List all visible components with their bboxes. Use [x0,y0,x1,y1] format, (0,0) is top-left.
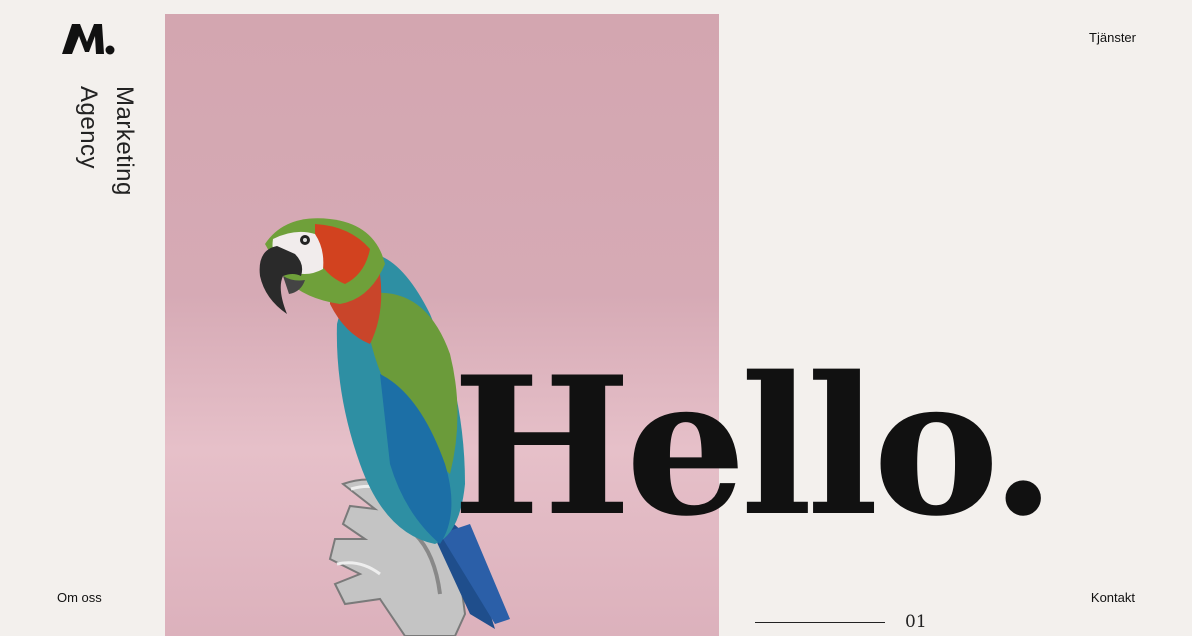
nav-link-services[interactable]: Tjänster [1089,30,1136,45]
tagline-agency: Agency [75,86,102,170]
nav-link-contact[interactable]: Kontakt [1091,590,1135,605]
slide-progress-line [755,622,885,623]
hero-headline: Hello. [452,335,1056,558]
tagline-marketing: Marketing [111,86,138,196]
slide-number: 01 [905,612,927,632]
agency-logo[interactable]: M. [60,22,116,56]
nav-link-about[interactable]: Om oss [57,590,102,605]
agency-tagline: Marketing Agency [70,86,142,196]
